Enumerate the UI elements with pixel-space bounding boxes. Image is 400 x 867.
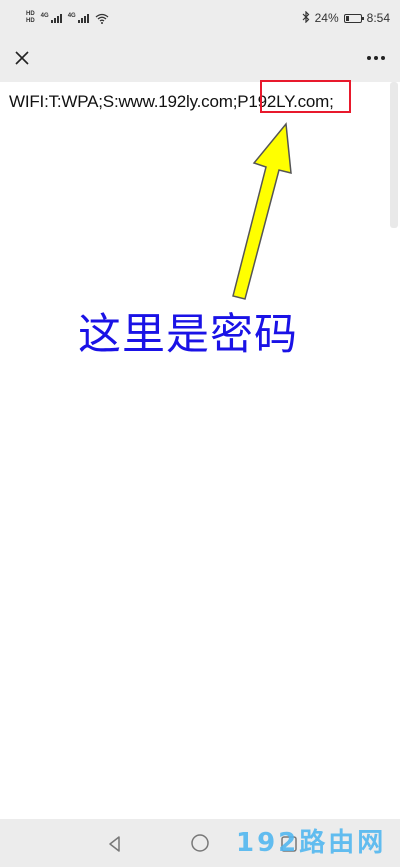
more-icon bbox=[367, 56, 385, 60]
wifi-prefix: WIFI:T:WPA;S:www.192ly.com;P bbox=[9, 92, 249, 111]
battery-percent: 24% bbox=[314, 11, 339, 25]
close-icon bbox=[15, 51, 29, 65]
wifi-icon bbox=[95, 13, 109, 24]
battery-icon bbox=[343, 13, 364, 23]
status-left: HD HD 4G 4G bbox=[26, 11, 109, 25]
hd-badges: HD HD bbox=[26, 11, 35, 25]
annotation-caption: 这里是密码 bbox=[78, 310, 298, 360]
back-icon[interactable] bbox=[104, 833, 126, 855]
navigation-bar: 192路由网 bbox=[0, 819, 400, 867]
signal-icon-1: 4G bbox=[41, 13, 62, 23]
battery-fill bbox=[345, 15, 349, 21]
network-type-2: 4G bbox=[67, 13, 76, 19]
password-highlight-box bbox=[260, 80, 351, 113]
watermark-logo: 192路由网 bbox=[236, 828, 387, 858]
clock: 8:54 bbox=[366, 11, 390, 25]
status-right: 24% 8:54 bbox=[302, 10, 390, 26]
hd-badge-2: HD bbox=[26, 18, 35, 24]
network-type-1: 4G bbox=[40, 13, 49, 19]
top-bar bbox=[0, 36, 400, 82]
scrollbar-thumb[interactable] bbox=[390, 82, 398, 228]
content-area[interactable]: WIFI:T:WPA;S:www.192ly.com;P192LY.com; bbox=[0, 82, 400, 819]
close-button[interactable] bbox=[8, 44, 36, 72]
hd-badge-1: HD bbox=[26, 11, 35, 17]
more-button[interactable] bbox=[362, 44, 390, 72]
bluetooth-icon bbox=[302, 10, 310, 26]
signal-icon-2: 4G bbox=[68, 13, 89, 23]
home-icon[interactable] bbox=[189, 832, 211, 854]
status-bar: HD HD 4G 4G 24% 8:54 bbox=[0, 0, 400, 36]
